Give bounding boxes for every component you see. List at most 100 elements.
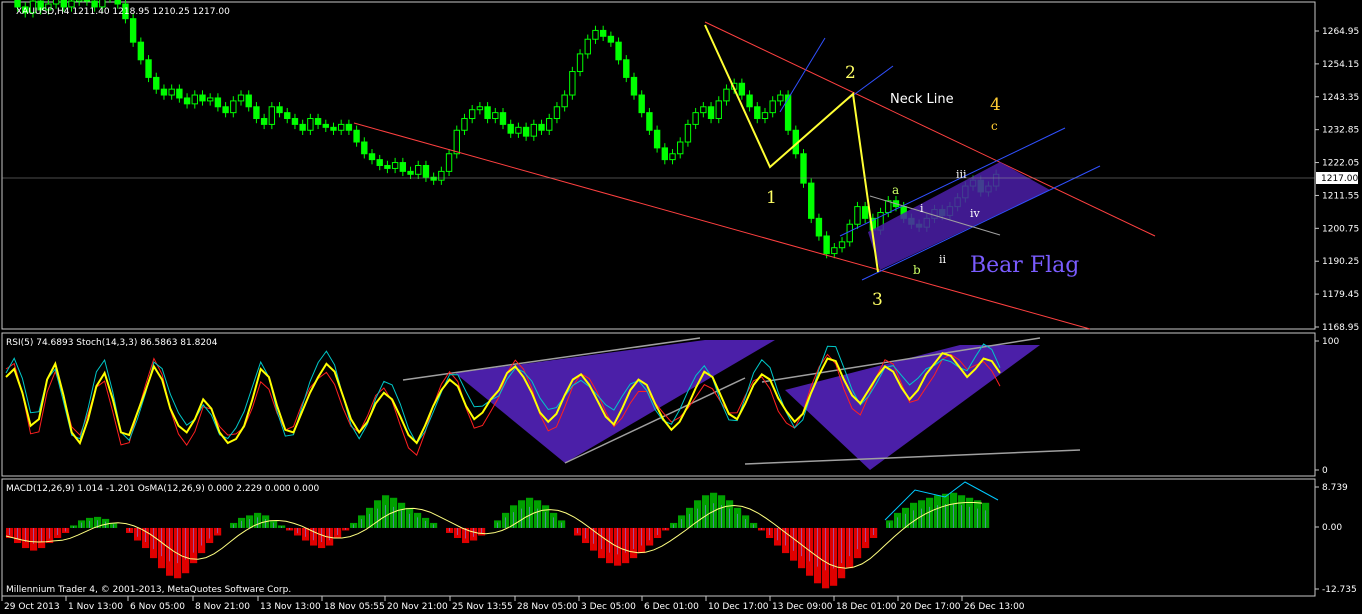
candle-body	[399, 162, 407, 172]
candle-body	[438, 170, 445, 181]
x-tick-label: 20 Nov 21:00	[387, 602, 448, 612]
candle-body	[260, 118, 268, 125]
x-tick-label: 6 Nov 05:00	[130, 602, 185, 612]
price-y-tick-label: 1200.75	[1322, 224, 1359, 234]
macd-y-tick-label: 0.00	[1322, 523, 1342, 533]
candle-body	[407, 170, 414, 175]
candle-body	[553, 106, 561, 120]
candle-body	[153, 76, 160, 90]
candle-body	[353, 129, 360, 143]
candle-body	[576, 53, 584, 73]
candle-body	[677, 141, 684, 155]
osc-y-tick-label: 100	[1322, 337, 1339, 347]
candle-body	[738, 82, 746, 96]
candle-body	[322, 123, 329, 128]
x-tick-label: 18 Dec 01:00	[836, 602, 897, 612]
x-tick-label: 18 Nov 05:55	[324, 602, 385, 612]
neck-line-label: Neck Line	[890, 92, 954, 107]
candle-body	[76, 0, 83, 2]
macd-y-tick-label: -12.735	[1322, 585, 1357, 595]
price-y-tick-label: 1243.35	[1322, 93, 1359, 103]
candle-body	[114, 0, 121, 5]
candle-body	[276, 106, 283, 114]
candle-body	[415, 165, 422, 175]
candle-body	[468, 109, 476, 120]
candle-body	[183, 97, 191, 105]
price-panel-title: XAUUSD,H4 1211.40 1218.95 1210.25 1217.0…	[16, 7, 230, 17]
x-tick-label: 29 Oct 2013	[4, 602, 60, 612]
candle-body	[653, 129, 661, 149]
candle-body	[199, 94, 206, 102]
candle-body	[615, 41, 622, 61]
x-tick-label: 25 Nov 13:55	[452, 602, 513, 612]
mt4-chart[interactable]: 1264.95 1254.15 1243.35 1232.85 1222.05 1211.…	[0, 0, 1362, 614]
candle-body	[769, 100, 776, 114]
candle-body	[445, 153, 453, 172]
candle-body	[14, 0, 21, 8]
candle-body	[569, 71, 576, 96]
subwave-label-ii: ii	[939, 253, 947, 266]
x-tick-label: 3 Dec 05:00	[581, 602, 636, 612]
candle-body	[584, 38, 591, 55]
x-tick-label: 26 Dec 13:00	[964, 602, 1025, 612]
macd-y-tick-label: 8.739	[1322, 483, 1348, 493]
candle-body	[700, 106, 707, 114]
candle-body	[507, 123, 514, 134]
candle-body	[592, 29, 599, 40]
candle-body	[391, 162, 399, 169]
candle-body	[815, 217, 823, 237]
candle-body	[661, 147, 669, 161]
candle-body	[746, 94, 753, 108]
price-y-tick-label: 1254.15	[1322, 60, 1359, 70]
candle-body	[307, 118, 314, 131]
candle-body	[599, 29, 607, 37]
candle-body	[176, 88, 183, 99]
candle-body	[484, 106, 491, 120]
subwave-label-iii: iii	[956, 168, 967, 181]
price-panel-frame	[1, 1, 1316, 330]
candle-body	[268, 106, 276, 125]
wave-label-3: 3	[872, 290, 883, 310]
candle-body	[715, 100, 722, 120]
candle-body	[692, 112, 699, 125]
subwave-label-a: a	[892, 183, 899, 197]
subwave-label-c: c	[991, 119, 998, 133]
candle-body	[476, 106, 484, 111]
candle-body	[99, 0, 106, 8]
candle-body	[546, 118, 553, 131]
candle-body	[846, 223, 853, 243]
candle-body	[538, 123, 545, 131]
candle-body	[499, 112, 507, 125]
price-y-tick-label: 1211.55	[1322, 191, 1359, 201]
x-tick-label: 8 Nov 21:00	[195, 602, 250, 612]
candle-body	[777, 94, 784, 102]
candle-body	[222, 106, 229, 114]
candle-body	[561, 94, 568, 108]
subwave-label-iv: iv	[970, 207, 981, 220]
candle-body	[384, 165, 391, 169]
price-y-tick-label: 1264.95	[1322, 27, 1359, 37]
candle-body	[515, 126, 522, 134]
candle-body	[784, 94, 792, 131]
x-tick-label: 1 Nov 13:00	[68, 602, 123, 612]
price-y-tick-label: 1190.25	[1322, 257, 1359, 267]
candle-body	[253, 106, 260, 120]
candle-body	[522, 126, 530, 137]
candle-body	[707, 106, 715, 120]
candle-body	[800, 153, 807, 184]
candle-body	[237, 94, 245, 102]
candle-body	[129, 18, 137, 43]
candle-body	[137, 41, 145, 61]
candle-body	[430, 176, 437, 181]
candle-body	[630, 76, 638, 96]
candle-body	[761, 112, 769, 120]
candle-body	[160, 88, 168, 96]
wave-label-1: 1	[766, 188, 777, 208]
candle-body	[453, 129, 460, 155]
candle-body	[206, 97, 214, 102]
candle-body	[191, 94, 198, 105]
oscillator-panel-title: RSI(5) 74.6893 Stoch(14,3,3) 86.5863 81.…	[6, 338, 218, 348]
x-tick-label: 28 Nov 05:00	[517, 602, 578, 612]
candle-body	[646, 112, 653, 131]
wave-label-2: 2	[845, 63, 856, 83]
